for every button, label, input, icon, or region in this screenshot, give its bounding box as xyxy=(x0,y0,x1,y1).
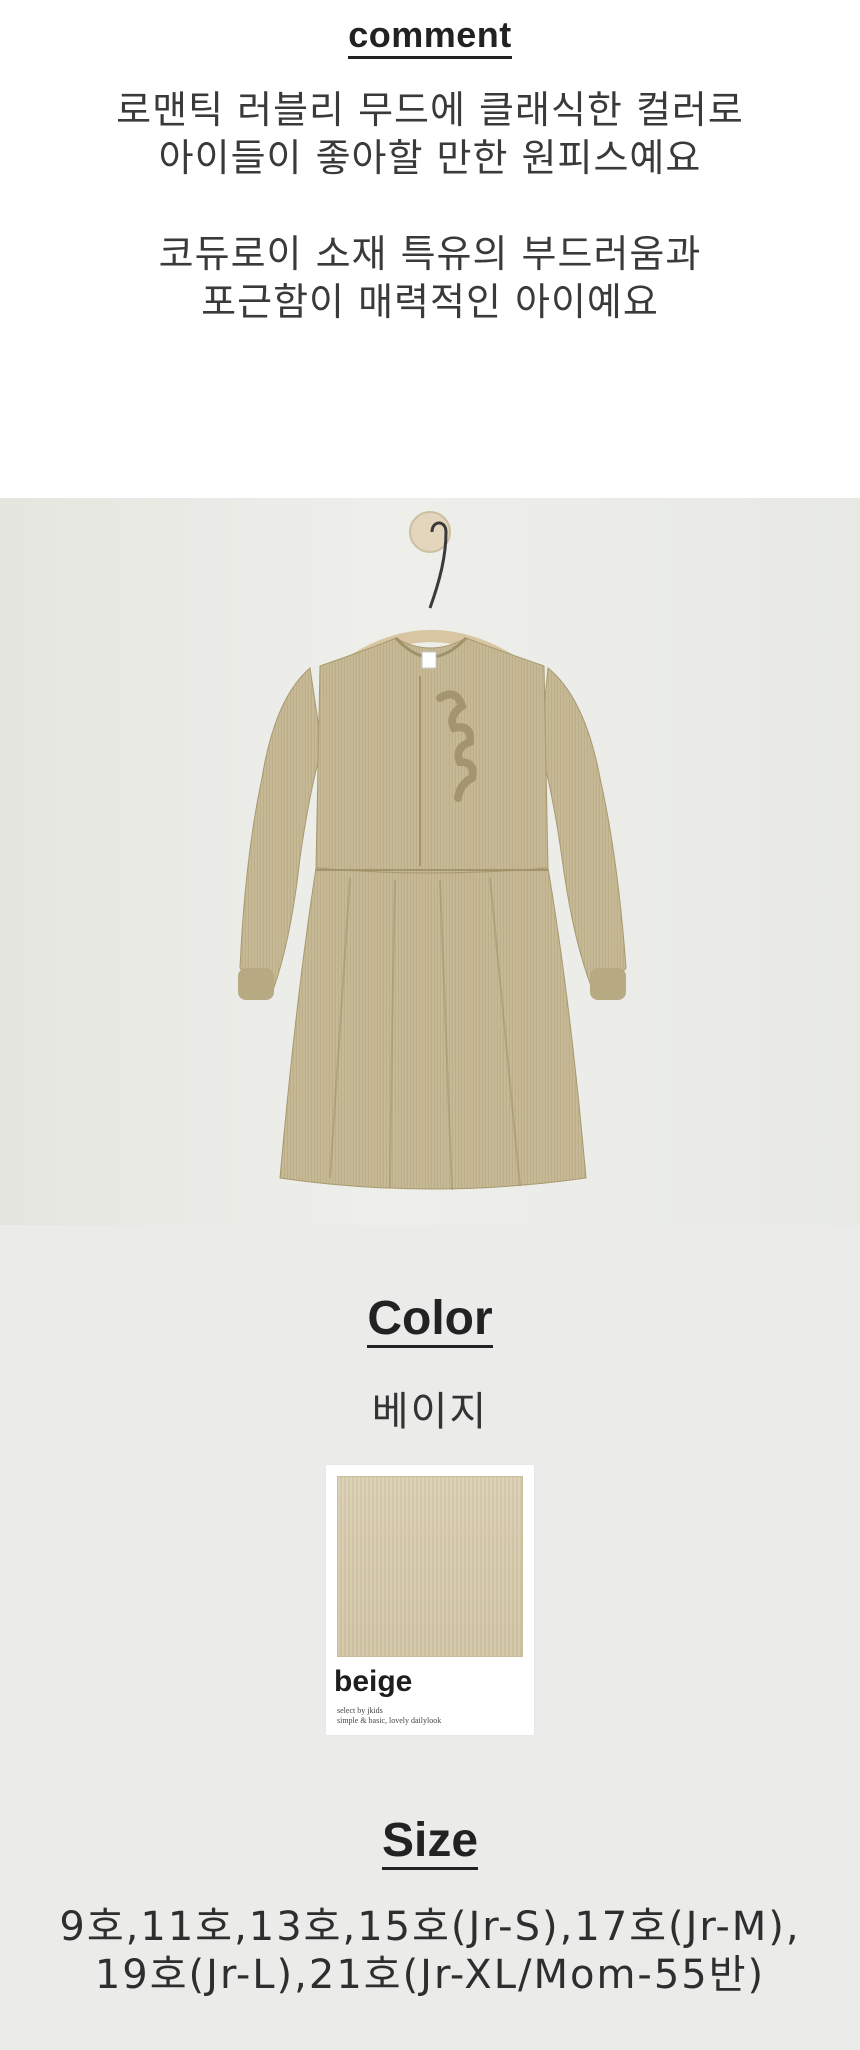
comment-heading: comment xyxy=(0,14,860,59)
product-photo xyxy=(0,498,860,1225)
comment-line: 포근함이 매력적인 아이예요 xyxy=(201,280,659,324)
comment-line: 아이들이 좋아할 만한 원피스예요 xyxy=(158,136,702,180)
dress-illustration xyxy=(238,511,627,1191)
skirt xyxy=(279,867,587,1190)
size-list-line-2: 19호(Jr-L),21호(Jr-XL/Mom-55반) xyxy=(94,1952,766,1998)
size-list-line-1: 9호,11호,13호,15호(Jr-S),17호(Jr-M), xyxy=(59,1904,801,1950)
product-info-section: Color 베이지 beige select by jkids simple &… xyxy=(0,1225,860,2050)
swatch-caption-1: select by jkids xyxy=(337,1706,383,1715)
swatch-label: beige xyxy=(334,1665,413,1698)
left-cuff xyxy=(238,968,274,1000)
color-heading: Color xyxy=(0,1291,860,1348)
comment-paragraph-2: 코듀로이 소재 특유의 부드러움과 포근함이 매력적인 아이예요 xyxy=(40,230,820,326)
color-heading-text: Color xyxy=(367,1292,493,1348)
comment-paragraph-1: 로맨틱 러블리 무드에 클래식한 컬러로 아이들이 좋아할 만한 원피스예요 xyxy=(40,86,820,182)
color-swatch-card: beige select by jkids simple & basic, lo… xyxy=(326,1465,534,1735)
comment-line: 로맨틱 러블리 무드에 클래식한 컬러로 xyxy=(116,88,744,132)
right-cuff xyxy=(590,968,626,1000)
comment-heading-text: comment xyxy=(348,14,512,59)
size-heading: Size xyxy=(0,1813,860,1870)
color-name: 베이지 xyxy=(371,1389,489,1435)
swatch-caption-2: simple & basic, lovely dailylook xyxy=(337,1716,442,1725)
bodice xyxy=(315,637,549,874)
comment-section: comment 로맨틱 러블리 무드에 클래식한 컬러로 아이들이 좋아할 만한… xyxy=(0,0,860,498)
size-heading-text: Size xyxy=(381,1814,479,1870)
comment-line: 코듀로이 소재 특유의 부드러움과 xyxy=(158,232,702,276)
neck-label xyxy=(421,651,437,669)
fabric-swatch xyxy=(337,1476,523,1657)
product-detail-page: comment 로맨틱 러블리 무드에 클래식한 컬러로 아이들이 좋아할 만한… xyxy=(0,0,860,2050)
